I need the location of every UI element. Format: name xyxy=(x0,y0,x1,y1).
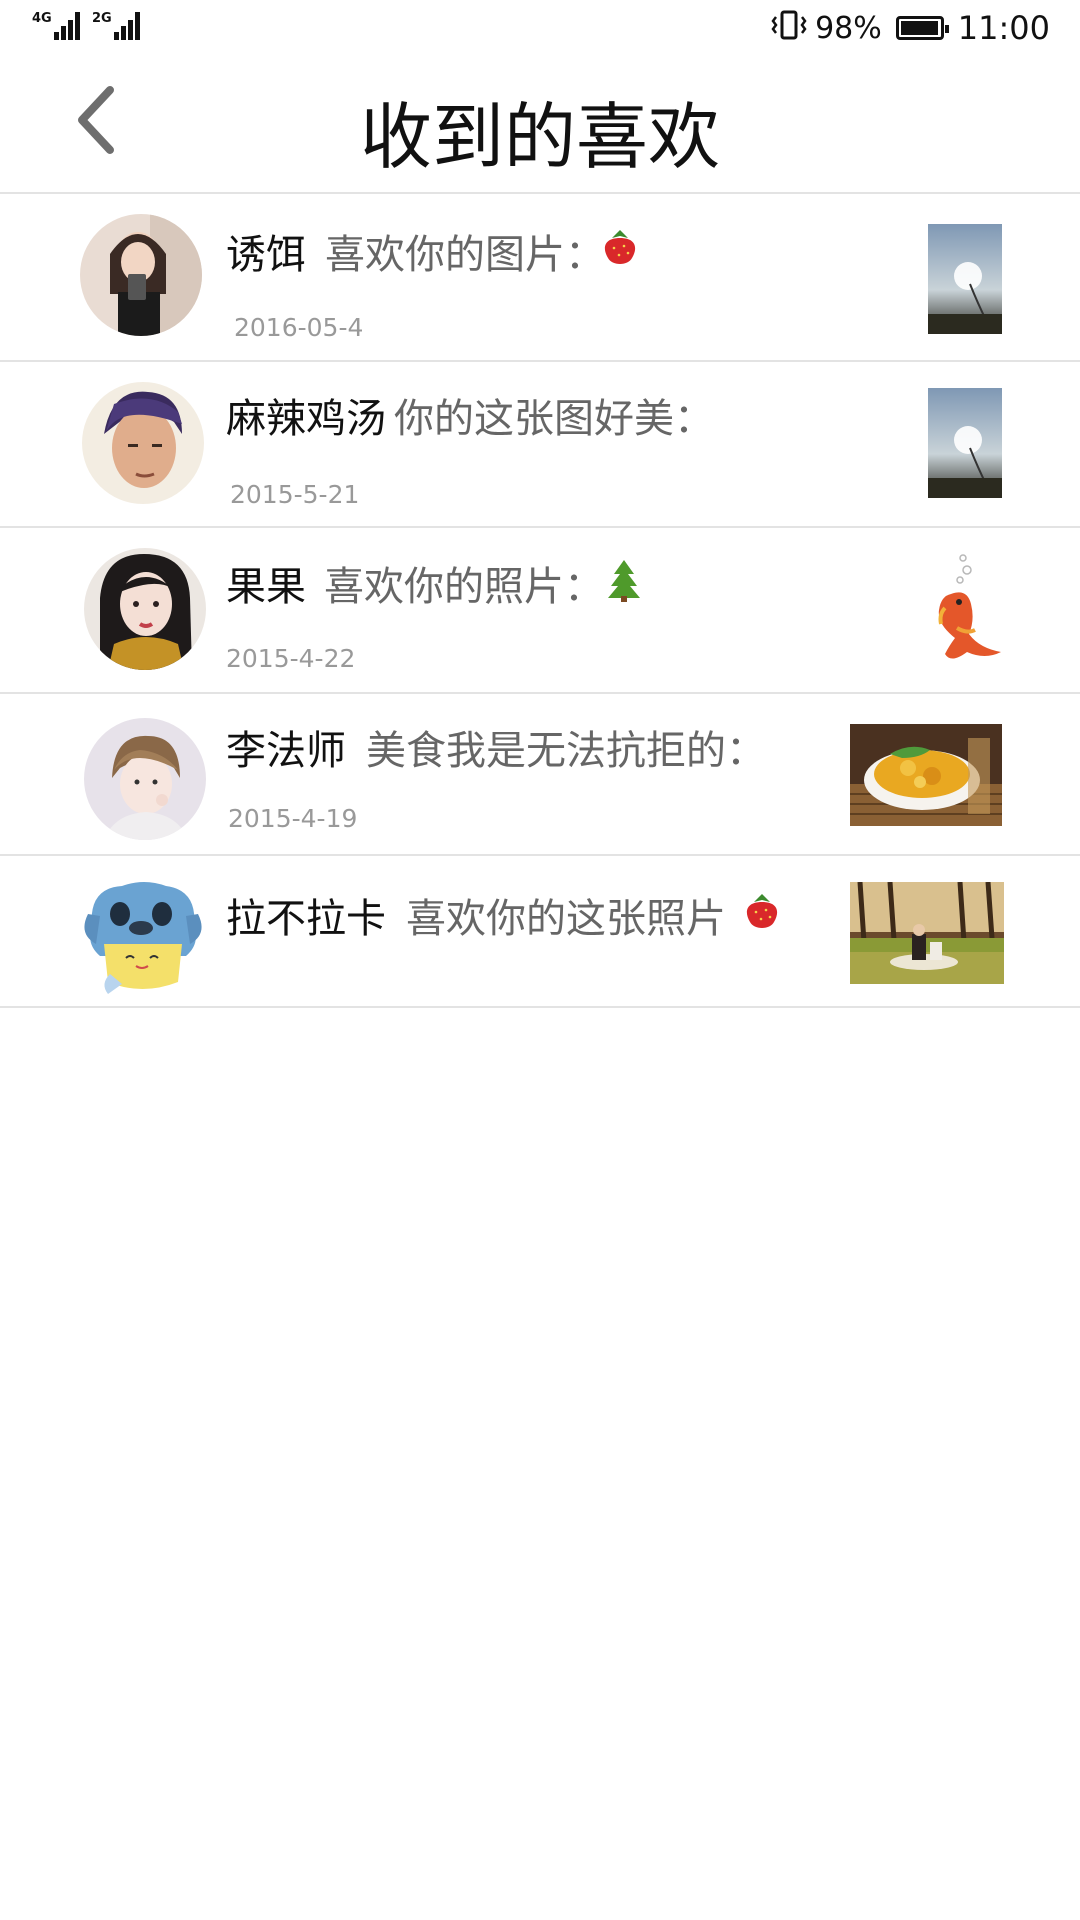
tree-icon xyxy=(604,558,644,602)
battery-percent: 98% xyxy=(815,10,882,46)
avatar[interactable] xyxy=(84,548,206,670)
like-message: 你的这张图好美： xyxy=(394,396,714,442)
like-date: 2015-4-22 xyxy=(226,644,356,673)
avatar[interactable] xyxy=(82,382,204,504)
strawberry-icon xyxy=(600,226,640,270)
battery-icon xyxy=(895,16,949,40)
avatar[interactable] xyxy=(84,718,206,840)
like-date: 2016-05-4 xyxy=(234,313,364,342)
avatar[interactable] xyxy=(82,874,204,996)
page-title: 收到的喜欢 xyxy=(359,95,720,179)
liked-photo-thumbnail[interactable] xyxy=(850,882,1004,984)
user-name[interactable]: 李法师 xyxy=(226,718,346,776)
liked-photo-thumbnail[interactable] xyxy=(928,388,1002,498)
user-name[interactable]: 诱饵 xyxy=(226,222,306,280)
like-message: 美食我是无法抗拒的： xyxy=(366,728,766,774)
list-item[interactable]: 诱饵 喜欢你的图片： 2016-05-4 xyxy=(0,194,1080,362)
clock: 11:00 xyxy=(957,9,1050,47)
user-name[interactable]: 拉不拉卡 xyxy=(226,886,386,944)
liked-photo-thumbnail[interactable] xyxy=(928,224,1002,334)
vibrate-icon xyxy=(769,9,809,48)
network-type-2: 2G xyxy=(92,11,112,26)
liked-photo-thumbnail[interactable] xyxy=(915,548,1005,670)
header: 收到的喜欢 xyxy=(0,56,1080,194)
user-name[interactable]: 麻辣鸡汤 xyxy=(226,386,386,444)
liked-photo-thumbnail[interactable] xyxy=(850,724,1002,826)
list-item[interactable]: 果果 喜欢你的照片： 2015-4-22 xyxy=(0,528,1080,694)
like-message: 喜欢你的图片： xyxy=(325,232,605,278)
like-message: 喜欢你的这张照片 xyxy=(406,896,726,942)
list-item[interactable]: 拉不拉卡 喜欢你的这张照片 xyxy=(0,856,1080,1008)
strawberry-icon xyxy=(742,890,782,934)
status-bar: 4G 2G 98% 11:00 xyxy=(0,0,1080,56)
like-message: 喜欢你的照片： xyxy=(324,564,604,610)
like-date: 2015-5-21 xyxy=(230,480,360,509)
network-type-1: 4G xyxy=(32,11,52,26)
signal-2g-icon: 2G xyxy=(92,10,148,42)
list-item[interactable]: 李法师 美食我是无法抗拒的： 2015-4-19 xyxy=(0,694,1080,856)
like-date: 2015-4-19 xyxy=(228,804,358,833)
likes-list: 诱饵 喜欢你的图片： 2016-05-4 麻辣鸡汤 你的这张图好美： 2015-… xyxy=(0,194,1080,1008)
list-item[interactable]: 麻辣鸡汤 你的这张图好美： 2015-5-21 xyxy=(0,362,1080,528)
avatar[interactable] xyxy=(80,214,202,336)
signal-4g-icon: 4G xyxy=(32,10,88,42)
user-name[interactable]: 果果 xyxy=(226,554,306,612)
